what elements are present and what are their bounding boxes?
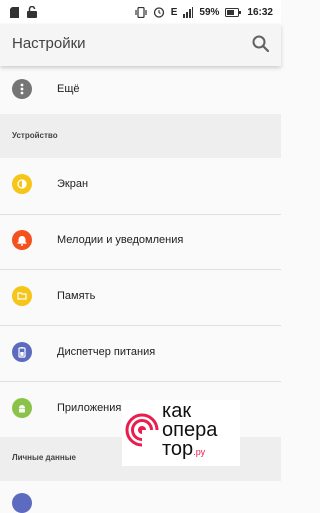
section-title: Устройство [12, 131, 58, 140]
more-vert-icon [12, 79, 32, 99]
watermark-line-3: тор [162, 438, 194, 460]
settings-item-label: Диспетчер питания [57, 346, 156, 358]
settings-item-label: Экран [57, 178, 89, 190]
battery-status-icon [225, 7, 242, 17]
section-title: Личные данные [12, 453, 76, 462]
settings-item-partial[interactable] [0, 481, 281, 513]
network-type: E [170, 6, 178, 18]
app-bar: Настройки [0, 24, 281, 66]
status-bar: E 59% 16:32 [0, 0, 281, 24]
settings-item-storage[interactable]: Память [0, 270, 281, 326]
signal-icon [183, 6, 194, 18]
battery-icon [12, 342, 32, 362]
watermark-suffix: .ру [193, 447, 206, 457]
watermark-logo-icon [125, 413, 160, 448]
page-title: Настройки [12, 35, 86, 52]
unlock-icon [27, 6, 37, 18]
settings-item-label: Мелодии и уведомления [57, 234, 184, 246]
settings-item-label: Ещё [57, 83, 80, 95]
settings-item-sound[interactable]: Мелодии и уведомления [0, 214, 281, 270]
settings-item-power[interactable]: Диспетчер питания [0, 326, 281, 382]
vibrate-icon [135, 6, 147, 18]
brightness-icon [12, 174, 32, 194]
account-icon [12, 493, 32, 513]
alarm-icon [153, 7, 164, 18]
settings-item-label: Память [57, 290, 96, 302]
section-header-device: Устройство [0, 114, 281, 158]
storage-icon [12, 286, 32, 306]
android-icon [12, 398, 32, 418]
bell-icon [12, 230, 32, 250]
clock: 16:32 [247, 6, 273, 18]
watermark: как опера тор.ру [122, 400, 240, 466]
settings-item-label: Приложения [57, 402, 122, 414]
battery-percent: 59% [199, 6, 220, 18]
sd-card-icon [10, 6, 19, 18]
settings-item-display[interactable]: Экран [0, 158, 281, 214]
search-icon[interactable] [251, 34, 271, 54]
